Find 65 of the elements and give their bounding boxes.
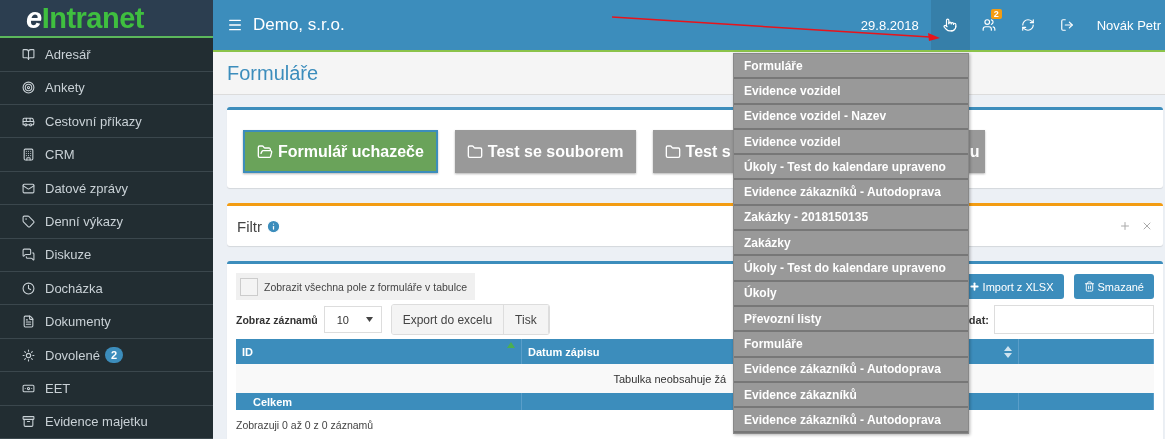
- document-icon: [22, 315, 35, 329]
- clock-icon: [22, 281, 35, 295]
- book-icon: [22, 48, 35, 61]
- sort-ascending-icon: [507, 342, 515, 348]
- table-footer-cell: Celkem: [236, 393, 522, 410]
- menu-item[interactable]: Zakázky: [734, 231, 968, 257]
- info-icon[interactable]: [266, 218, 281, 234]
- caret-icon: [365, 317, 373, 322]
- menu-item[interactable]: Převozní listy: [734, 306, 968, 333]
- menu-item[interactable]: Úkoly - Test do kalendare upraveno: [734, 256, 968, 282]
- action-button[interactable]: Smazané: [1073, 274, 1154, 299]
- logout-icon: [1060, 18, 1075, 32]
- menu-item[interactable]: Úkoly: [734, 281, 968, 307]
- target-icon: [22, 81, 35, 95]
- users-icon: [982, 18, 997, 32]
- current-date: 29.8.2018: [860, 17, 919, 33]
- menu-item[interactable]: Evidence zákazníků: [734, 382, 968, 409]
- page-length-select[interactable]: 10: [323, 306, 382, 333]
- toolbar-button[interactable]: [930, 0, 970, 50]
- building-icon: [22, 148, 35, 162]
- archive-icon: [22, 415, 35, 429]
- menu-item[interactable]: Formuláře: [734, 54, 968, 80]
- sun-icon: [22, 348, 35, 362]
- notification-badge: 2: [990, 9, 1002, 19]
- search-label: dat:: [968, 313, 989, 326]
- plus-icon: [968, 281, 980, 292]
- export-button[interactable]: Export do excelu: [391, 305, 505, 334]
- page-title: Formuláře: [227, 61, 319, 85]
- column-header[interactable]: ID: [236, 339, 522, 364]
- menu-item[interactable]: Úkoly - Test do kalendare upraveno: [734, 155, 968, 181]
- search-field[interactable]: [994, 305, 1154, 334]
- trash-icon: [1083, 281, 1095, 292]
- menu-item[interactable]: Evidence vozidel: [734, 129, 968, 156]
- menu-item[interactable]: Evidence zákazníků - Autodoprava: [734, 408, 968, 434]
- sidebar-item[interactable]: Dovolené 2: [0, 338, 213, 373]
- menu-item[interactable]: Evidence zákazníků - Autodoprava: [734, 180, 968, 206]
- tag-icon: [22, 214, 35, 228]
- menu-icon[interactable]: [227, 17, 243, 33]
- export-button[interactable]: Tisk: [504, 305, 549, 334]
- toolbar-button[interactable]: 2: [969, 0, 1009, 50]
- menu-item[interactable]: Evidence vozidel: [734, 79, 968, 105]
- menu-item[interactable]: Zakázky - 2018150135: [734, 205, 968, 232]
- menu-item[interactable]: Evidence vozidel - Nazev: [734, 104, 968, 130]
- folder-icon: [466, 143, 483, 160]
- intranet-logo: eIntranet: [0, 0, 213, 39]
- page-length-label: Zobraz záznamů: [236, 313, 318, 326]
- folder-icon: [664, 143, 681, 160]
- show-all-checkbox[interactable]: Zobrazit všechna pole z formuláře v tabulce: [236, 273, 476, 300]
- refresh-icon: [1021, 18, 1036, 32]
- panel-title: Filtr: [237, 217, 262, 235]
- count-badge: 2: [104, 347, 124, 363]
- close-icon[interactable]: [1141, 220, 1153, 232]
- envelope-icon: [22, 181, 35, 195]
- company-name: Demo, s.r.o.: [253, 15, 345, 35]
- menu-item[interactable]: Evidence zákazníků - Autodoprava: [734, 357, 968, 383]
- expand-icon[interactable]: [1119, 220, 1131, 232]
- form-button[interactable]: Test se souborem: [454, 130, 636, 173]
- form-button[interactable]: Formulář uchazeče: [243, 130, 438, 173]
- folder-open-icon: [257, 143, 273, 160]
- table-info: Zobrazuji 0 až 0 z 0 záznamů: [236, 419, 374, 431]
- menu-item[interactable]: Formuláře: [734, 332, 968, 358]
- chat-icon: [22, 248, 35, 262]
- sort-icon: [1004, 345, 1012, 358]
- pointer-icon: [943, 18, 958, 32]
- user-name[interactable]: Novák Petr: [1096, 17, 1161, 33]
